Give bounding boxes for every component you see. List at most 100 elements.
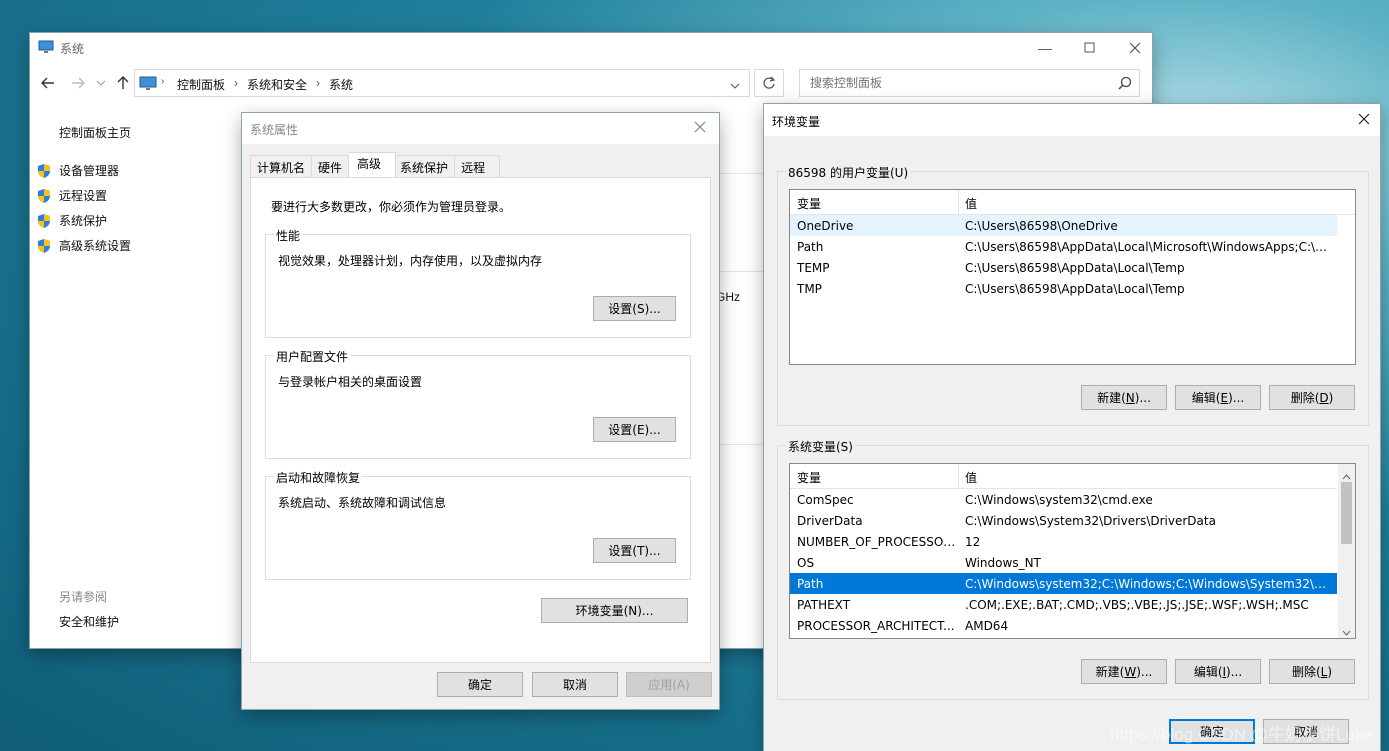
table-row[interactable]: TMP C:\Users\86598\AppData\Local\Temp xyxy=(790,278,1337,299)
scroll-up-icon[interactable] xyxy=(1342,469,1351,483)
table-row-selected[interactable]: Path C:\Windows\system32;C:\Windows;C:\Wi… xyxy=(790,573,1337,594)
sidebar-item-label: 设备管理器 xyxy=(59,164,120,178)
startup-recovery-group: 启动和故障恢复 系统启动、系统故障和调试信息 设置(T)... xyxy=(265,469,691,580)
admin-note: 要进行大多数更改，你必须作为管理员登录。 xyxy=(271,200,512,214)
user-variables-list[interactable]: 变量 值 OneDrive C:\Users\86598\OneDrive Pat… xyxy=(789,189,1356,365)
group-title: 性能 xyxy=(274,227,303,244)
system-delete-button[interactable]: 删除(L) xyxy=(1269,659,1355,684)
apply-button[interactable]: 应用(A) xyxy=(626,672,712,697)
scroll-down-icon[interactable] xyxy=(1342,625,1351,638)
group-title: 86598 的用户变量(U) xyxy=(786,164,911,181)
watermark-text: https://blog.CSDN @牛奶小饼Luke xyxy=(1110,725,1373,744)
breadcrumb-item[interactable]: 控制面板 xyxy=(177,76,225,93)
system-variables-group: 系统变量(S) 变量 值 ComSpec C:\Windows\system32\… xyxy=(777,438,1369,700)
see-also-security-link[interactable]: 安全和维护 xyxy=(59,613,119,630)
column-header-variable[interactable]: 变量 xyxy=(797,469,821,486)
up-arrow-icon[interactable] xyxy=(115,75,131,91)
close-icon xyxy=(694,121,706,133)
table-row[interactable]: Path C:\Users\86598\AppData\Local\Microso… xyxy=(790,236,1337,257)
breadcrumb-item[interactable]: 系统 xyxy=(329,76,353,93)
sidebar-item-remote-settings[interactable]: 远程设置 xyxy=(37,183,131,208)
vertical-scrollbar[interactable] xyxy=(1338,464,1355,638)
performance-settings-button[interactable]: 设置(S)... xyxy=(593,296,676,321)
dialog-titlebar xyxy=(764,104,1380,136)
forward-arrow-icon[interactable] xyxy=(70,75,86,91)
sidebar-item-label: 远程设置 xyxy=(59,189,108,203)
close-button[interactable] xyxy=(694,121,706,136)
address-bar[interactable]: › 控制面板 › 系统和安全 › 系统 xyxy=(134,69,750,97)
column-separator xyxy=(958,190,959,214)
monitor-icon xyxy=(139,75,157,91)
see-also-title: 另请参阅 xyxy=(59,590,108,604)
uac-shield-icon xyxy=(37,188,51,203)
table-row[interactable]: OneDrive C:\Users\86598\OneDrive xyxy=(790,215,1337,236)
chevron-down-icon[interactable] xyxy=(730,79,740,93)
chevron-right-icon: › xyxy=(161,76,165,87)
sidebar-item-advanced-settings[interactable]: 高级系统设置 xyxy=(37,233,131,258)
dialog-title: 系统属性 xyxy=(250,123,299,137)
user-edit-button[interactable]: 编辑(E)... xyxy=(1175,385,1261,410)
back-arrow-icon[interactable] xyxy=(40,75,56,91)
refresh-button[interactable] xyxy=(754,69,784,97)
tab-system-protection[interactable]: 系统保护 xyxy=(396,155,456,178)
search-icon[interactable] xyxy=(1118,76,1132,93)
breadcrumb: 控制面板 › 系统和安全 › 系统 xyxy=(177,76,353,93)
system-new-button[interactable]: 新建(W)... xyxy=(1081,659,1167,684)
uac-shield-icon xyxy=(37,238,51,253)
group-title: 系统变量(S) xyxy=(786,438,855,455)
breadcrumb-item[interactable]: 系统和安全 xyxy=(247,76,307,93)
system-variables-list[interactable]: 变量 值 ComSpec C:\Windows\system32\cmd.exe … xyxy=(789,463,1356,639)
sidebar-item-system-protection[interactable]: 系统保护 xyxy=(37,208,131,233)
group-title: 启动和故障恢复 xyxy=(274,469,363,486)
close-button[interactable] xyxy=(1120,35,1150,61)
ok-button[interactable]: 确定 xyxy=(437,672,523,697)
group-description: 与登录帐户相关的桌面设置 xyxy=(278,375,423,389)
column-separator xyxy=(958,464,959,488)
user-variables-group: 86598 的用户变量(U) 变量 值 OneDrive C:\Users\865… xyxy=(777,164,1369,426)
tab-advanced[interactable]: 高级 xyxy=(349,152,397,178)
minimize-button[interactable]: — xyxy=(1030,35,1060,61)
table-row[interactable]: PROCESSOR_ARCHITECT... AMD64 xyxy=(790,615,1337,636)
system-edit-button[interactable]: 编辑(I)... xyxy=(1175,659,1261,684)
scrollbar-thumb[interactable] xyxy=(1341,482,1352,544)
performance-group: 性能 视觉效果，处理器计划，内存使用，以及虚拟内存 设置(S)... xyxy=(265,227,691,338)
column-header-value[interactable]: 值 xyxy=(965,469,977,486)
group-description: 视觉效果，处理器计划，内存使用，以及虚拟内存 xyxy=(278,254,543,268)
recent-chevron-icon[interactable] xyxy=(96,77,106,87)
tab-strip: 计算机名 硬件 高级 系统保护 远程 xyxy=(250,152,501,178)
sidebar-home-link[interactable]: 控制面板主页 xyxy=(59,124,131,141)
table-row[interactable]: TEMP C:\Users\86598\AppData\Local\Temp xyxy=(790,257,1337,278)
uac-shield-icon xyxy=(37,163,51,178)
table-row[interactable]: DriverData C:\Windows\System32\Drivers\Dr… xyxy=(790,510,1337,531)
table-row[interactable]: PATHEXT .COM;.EXE;.BAT;.CMD;.VBS;.VBE;.JS… xyxy=(790,594,1337,615)
environment-variables-button[interactable]: 环境变量(N)... xyxy=(541,598,688,623)
table-row[interactable]: ComSpec C:\Windows\system32\cmd.exe xyxy=(790,489,1337,510)
user-profiles-settings-button[interactable]: 设置(E)... xyxy=(593,417,676,442)
window-title: 系统 xyxy=(60,42,85,56)
user-delete-button[interactable]: 删除(D) xyxy=(1269,385,1355,410)
sidebar: 设备管理器 远程设置 系统保护 高级系统设置 xyxy=(37,158,131,258)
startup-recovery-settings-button[interactable]: 设置(T)... xyxy=(593,538,676,563)
maximize-button[interactable] xyxy=(1075,35,1105,61)
search-input[interactable] xyxy=(808,75,1112,91)
tab-remote[interactable]: 远程 xyxy=(455,155,501,178)
refresh-icon xyxy=(763,76,776,89)
cancel-button[interactable]: 取消 xyxy=(532,672,618,697)
processor-speed-fragment: GHz xyxy=(716,290,740,304)
tab-hardware[interactable]: 硬件 xyxy=(312,155,350,178)
user-new-button[interactable]: 新建(N)... xyxy=(1081,385,1167,410)
system-properties-dialog: 系统属性 计算机名 硬件 高级 系统保护 远程 要进行大多数更改，你必须作为管理… xyxy=(242,113,719,709)
sidebar-item-device-manager[interactable]: 设备管理器 xyxy=(37,158,131,183)
chevron-right-icon: › xyxy=(316,76,321,90)
monitor-icon xyxy=(38,40,54,54)
search-box[interactable] xyxy=(799,69,1140,97)
sidebar-item-label: 高级系统设置 xyxy=(59,239,132,253)
divider xyxy=(719,173,764,174)
column-header-value[interactable]: 值 xyxy=(965,195,977,212)
table-row[interactable]: OS Windows_NT xyxy=(790,552,1337,573)
column-header-variable[interactable]: 变量 xyxy=(797,195,821,212)
table-row[interactable]: NUMBER_OF_PROCESSORS 12 xyxy=(790,531,1337,552)
close-button[interactable] xyxy=(1358,113,1370,128)
tab-computer-name[interactable]: 计算机名 xyxy=(250,155,313,178)
tab-panel-advanced: 要进行大多数更改，你必须作为管理员登录。 性能 视觉效果，处理器计划，内存使用，… xyxy=(250,177,711,663)
